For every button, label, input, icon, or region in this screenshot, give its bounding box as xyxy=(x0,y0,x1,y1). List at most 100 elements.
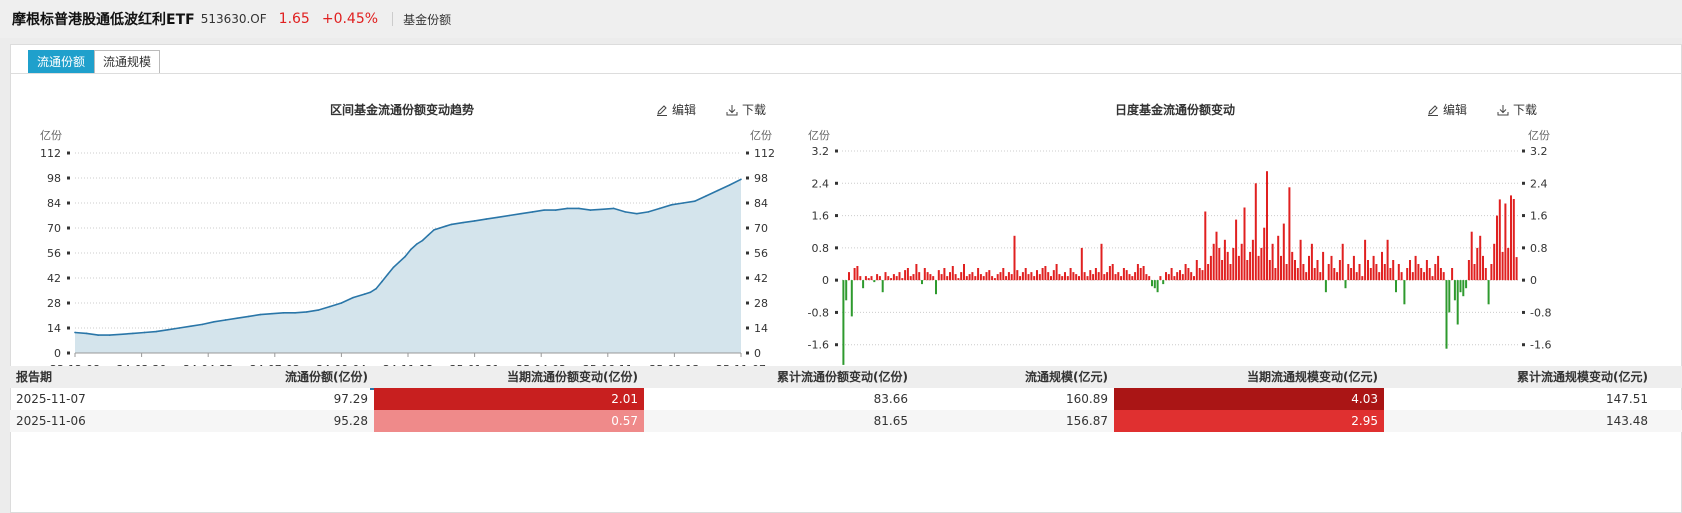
y-tick-label: 42 xyxy=(47,272,61,285)
bar xyxy=(1047,272,1050,281)
tick-mark xyxy=(1522,149,1525,153)
tick-mark xyxy=(746,176,749,180)
bar xyxy=(1050,276,1052,281)
table-cell-highlight: 0.57 xyxy=(374,410,644,432)
col-header[interactable]: 累计流通份额变动(亿份) xyxy=(644,366,914,388)
bar xyxy=(1341,243,1344,281)
bar xyxy=(1078,276,1080,281)
bar xyxy=(1465,280,1468,289)
bar xyxy=(923,268,926,281)
bar xyxy=(1108,266,1111,281)
bar xyxy=(1280,255,1282,281)
bar xyxy=(1467,260,1470,281)
bar xyxy=(946,276,949,281)
data-point xyxy=(531,211,534,213)
bar xyxy=(974,276,977,281)
tick-mark xyxy=(746,351,749,355)
data-point xyxy=(392,266,395,269)
data-point xyxy=(566,207,569,210)
bar xyxy=(904,270,907,281)
tab-circulating-shares[interactable]: 流通份额 xyxy=(28,50,95,74)
table-header: 报告期 流通份额(亿份) 当期流通份额变动(亿份) 累计流通份额变动(亿份) 流… xyxy=(10,366,1682,388)
bar xyxy=(1167,274,1170,281)
col-header[interactable]: 当期流通份额变动(亿份) xyxy=(374,366,644,388)
left-edit-button[interactable]: 编辑 xyxy=(656,101,696,118)
left-download-button[interactable]: 下载 xyxy=(726,101,766,118)
bar xyxy=(873,280,876,283)
bar xyxy=(867,278,870,281)
bar xyxy=(1002,268,1005,281)
bar xyxy=(870,276,873,281)
bar xyxy=(1195,260,1198,281)
data-point xyxy=(224,319,227,321)
bar xyxy=(1173,276,1176,281)
bar xyxy=(1212,243,1215,281)
bar xyxy=(965,276,968,281)
bar xyxy=(1456,280,1459,325)
col-header[interactable]: 流通份额(亿份) xyxy=(92,366,374,388)
data-point xyxy=(462,221,464,224)
bar xyxy=(1428,268,1431,281)
bar xyxy=(1344,280,1347,289)
table-cell: 97.29 xyxy=(333,392,368,406)
y-tick-label: 56 xyxy=(47,247,61,260)
col-header[interactable]: 流通规模(亿元) xyxy=(914,366,1114,388)
data-point xyxy=(543,209,545,211)
tab-circulating-scale[interactable]: 流通规模 xyxy=(94,50,161,74)
bar xyxy=(1352,255,1355,281)
data-point xyxy=(271,312,273,315)
bar xyxy=(1069,268,1072,281)
y-tick-label: 0.8 xyxy=(812,242,830,255)
bar xyxy=(1361,276,1364,281)
bar xyxy=(1386,239,1389,281)
data-point xyxy=(143,331,146,334)
bar xyxy=(876,274,879,281)
bar xyxy=(1111,264,1114,281)
bar xyxy=(1027,274,1030,281)
bar xyxy=(1277,235,1280,281)
bar xyxy=(1476,247,1479,281)
bar xyxy=(864,276,867,281)
right-edit-button[interactable]: 编辑 xyxy=(1427,101,1467,118)
bar xyxy=(1498,199,1501,281)
table-cell-highlight: 4.03 xyxy=(1114,388,1384,410)
col-header[interactable]: 当期流通规模变动(亿元) xyxy=(1114,366,1384,388)
bar xyxy=(921,280,923,285)
bar xyxy=(1229,264,1232,281)
tick-mark xyxy=(835,149,838,153)
bar xyxy=(1005,276,1008,281)
fund-header: 摩根标普港股通低波红利ETF 513630.OF 1.65 +0.45% 基金份… xyxy=(0,0,1682,38)
bar xyxy=(1451,268,1454,281)
bar xyxy=(1369,268,1372,281)
bar xyxy=(926,272,929,281)
fund-share-link[interactable]: 基金份额 xyxy=(403,11,451,28)
right-download-button[interactable]: 下载 xyxy=(1497,101,1537,118)
bar xyxy=(1204,211,1207,281)
bar xyxy=(1442,272,1445,281)
download-icon xyxy=(1497,104,1509,115)
col-header[interactable]: 报告期 xyxy=(10,366,92,388)
tick-mark xyxy=(835,214,838,218)
bar xyxy=(909,276,912,281)
bar xyxy=(1106,272,1109,281)
bar xyxy=(929,274,932,281)
bar xyxy=(1333,268,1336,281)
data-point xyxy=(693,200,696,203)
bar xyxy=(1139,268,1142,281)
left-chart-title: 区间基金流通份额变动趋势 xyxy=(330,103,475,117)
bar xyxy=(1145,274,1148,281)
bar xyxy=(1122,268,1125,281)
bar xyxy=(1291,251,1294,281)
data-point xyxy=(554,209,557,211)
bar xyxy=(1302,264,1305,281)
data-point xyxy=(190,325,192,328)
data-point xyxy=(404,255,406,258)
col-header[interactable]: 累计流通规模变动(亿元) xyxy=(1384,366,1654,388)
bar xyxy=(1327,264,1330,281)
bar xyxy=(968,274,971,281)
bar xyxy=(862,280,865,289)
y-tick-label-right: 0 xyxy=(754,347,761,360)
bar xyxy=(1156,280,1159,293)
bar xyxy=(1425,260,1428,281)
data-point xyxy=(386,273,389,276)
